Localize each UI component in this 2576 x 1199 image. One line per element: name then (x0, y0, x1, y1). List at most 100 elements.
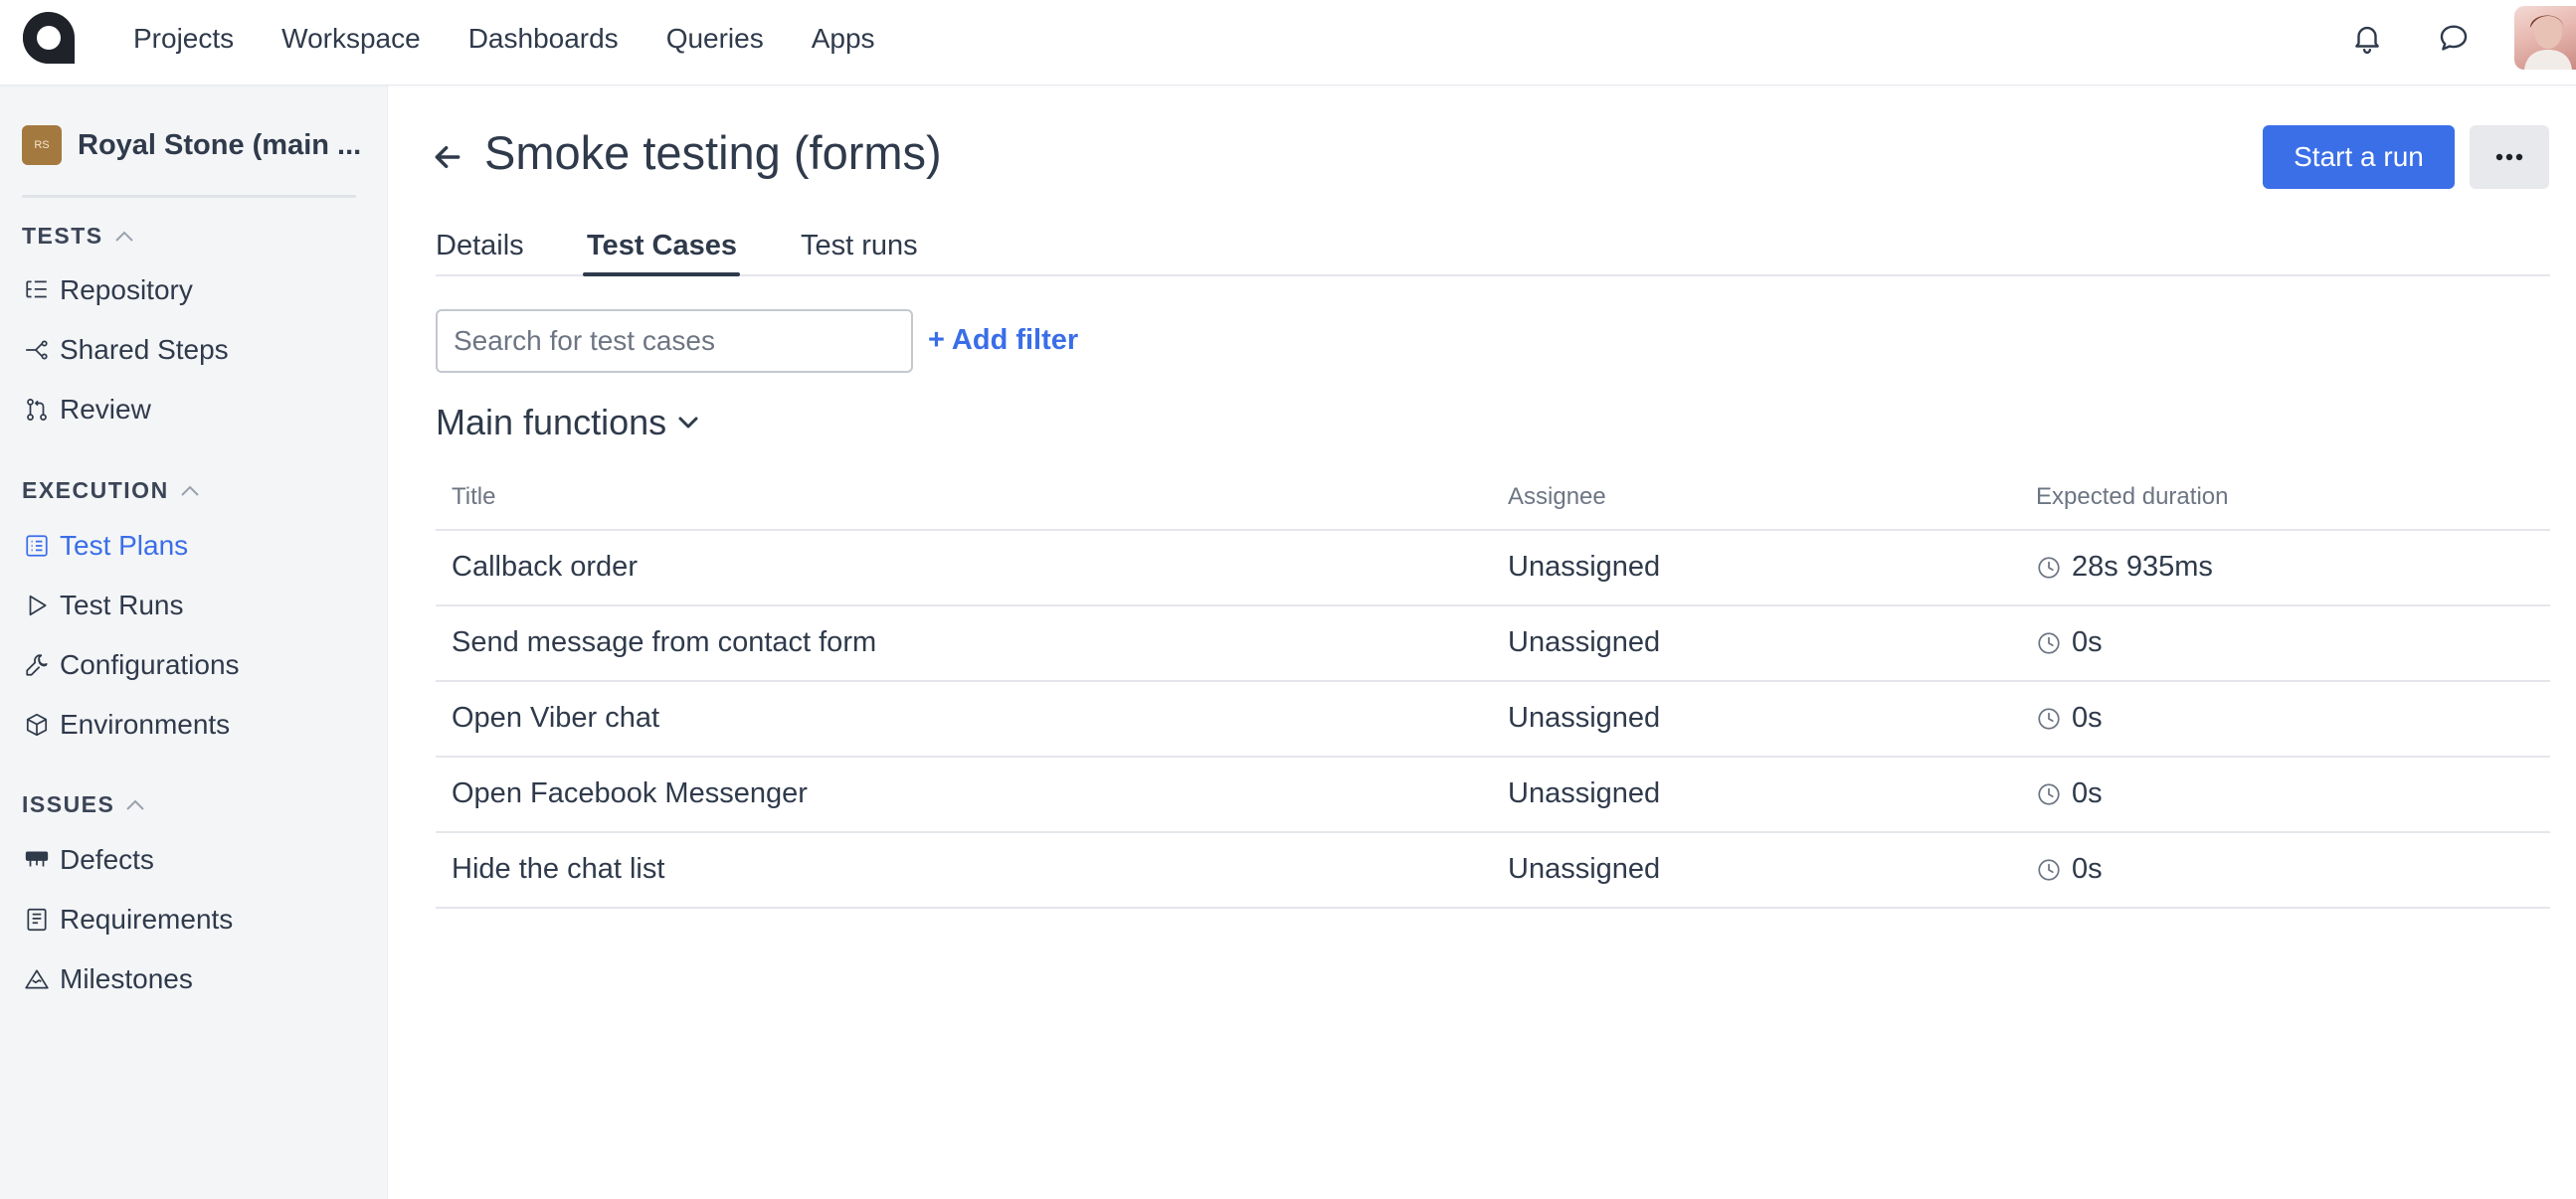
nav-projects[interactable]: Projects (109, 23, 258, 55)
more-options-button[interactable] (2470, 125, 2549, 189)
section-execution-header[interactable]: EXECUTION (22, 477, 201, 504)
sidebar-item-label: Shared Steps (60, 334, 229, 365)
clock-icon (2038, 782, 2060, 805)
row-duration: 28s 935ms (2036, 551, 2213, 584)
group-header[interactable]: Main functions (436, 402, 700, 443)
project-badge: RS (22, 125, 62, 165)
top-bar: Projects Workspace Dashboards Queries Ap… (0, 0, 2576, 86)
active-tab-indicator (583, 272, 740, 276)
tab-details[interactable]: Details (436, 230, 524, 262)
row-duration: 0s (2036, 853, 2103, 886)
sidebar-item-milestones[interactable]: Milestones (22, 959, 193, 999)
sidebar-item-label: Test Plans (60, 530, 189, 561)
row-duration: 0s (2036, 626, 2103, 659)
group-title: Main functions (436, 402, 667, 442)
sidebar-item-repository[interactable]: Repository (22, 270, 193, 310)
review-icon (22, 395, 52, 425)
row-title[interactable]: Callback order (452, 551, 638, 584)
nav-workspace[interactable]: Workspace (258, 23, 445, 55)
nav-apps[interactable]: Apps (788, 23, 899, 55)
row-title[interactable]: Send message from contact form (452, 626, 876, 659)
row-title[interactable]: Open Viber chat (452, 702, 659, 735)
tab-test-cases[interactable]: Test Cases (587, 230, 737, 262)
duration-value: 0s (2072, 853, 2103, 885)
section-issues-header[interactable]: ISSUES (22, 791, 146, 818)
chevron-up-icon (180, 485, 199, 496)
back-arrow-icon[interactable] (432, 141, 463, 173)
sidebar-item-test-plans[interactable]: Test Plans (22, 526, 188, 566)
table-row[interactable]: Open Facebook Messenger Unassigned 0s (436, 758, 2550, 833)
top-nav: Projects Workspace Dashboards Queries Ap… (109, 0, 899, 78)
sidebar-item-configurations[interactable]: Configurations (22, 645, 240, 685)
add-filter-button[interactable]: + Add filter (928, 324, 1078, 357)
sidebar-item-label: Review (60, 394, 151, 425)
nav-queries[interactable]: Queries (643, 23, 788, 55)
sidebar-item-test-runs[interactable]: Test Runs (22, 586, 184, 625)
user-avatar[interactable] (2514, 6, 2576, 70)
tabs-divider (436, 274, 2550, 276)
sidebar-item-environments[interactable]: Environments (22, 705, 230, 745)
sidebar-item-label: Defects (60, 844, 154, 875)
test-plans-icon (22, 531, 52, 561)
row-duration: 0s (2036, 702, 2103, 735)
chat-icon[interactable] (2433, 17, 2475, 59)
sidebar-item-shared-steps[interactable]: Shared Steps (22, 330, 229, 370)
clock-icon (2038, 556, 2060, 579)
sidebar: RS Royal Stone (main ... TESTS Repositor… (0, 86, 388, 1199)
sidebar-item-label: Configurations (60, 649, 240, 680)
sidebar-item-review[interactable]: Review (22, 390, 151, 429)
chevron-up-icon (114, 231, 133, 242)
row-assignee[interactable]: Unassigned (1508, 702, 1660, 735)
wrench-icon (22, 650, 52, 680)
duration-value: 28s 935ms (2072, 551, 2213, 583)
column-title[interactable]: Title (452, 483, 495, 511)
shared-steps-icon (22, 335, 52, 365)
document-icon (22, 905, 52, 935)
clock-icon (2038, 858, 2060, 881)
sidebar-item-label: Repository (60, 274, 193, 305)
row-assignee[interactable]: Unassigned (1508, 853, 1660, 886)
duration-value: 0s (2072, 626, 2103, 658)
row-assignee[interactable]: Unassigned (1508, 626, 1660, 659)
page-title: Smoke testing (forms) (484, 126, 942, 179)
clock-icon (2038, 631, 2060, 654)
chevron-down-icon (678, 417, 698, 428)
section-issues-title: ISSUES (22, 791, 115, 817)
clock-icon (2038, 707, 2060, 730)
row-title[interactable]: Hide the chat list (452, 853, 664, 886)
row-assignee[interactable]: Unassigned (1508, 551, 1660, 584)
table-header: Title Assignee Expected duration (436, 463, 2550, 531)
play-icon (22, 591, 52, 620)
section-execution-title: EXECUTION (22, 477, 169, 503)
row-title[interactable]: Open Facebook Messenger (452, 777, 808, 810)
defects-icon (22, 845, 52, 875)
project-switcher[interactable]: RS Royal Stone (main ... (22, 125, 376, 165)
chevron-up-icon (126, 799, 145, 810)
table-row[interactable]: Open Viber chat Unassigned 0s (436, 682, 2550, 758)
mountain-icon (22, 964, 52, 994)
nav-dashboards[interactable]: Dashboards (445, 23, 643, 55)
duration-value: 0s (2072, 702, 2103, 734)
table-row[interactable]: Send message from contact form Unassigne… (436, 606, 2550, 682)
repository-icon (22, 275, 52, 305)
sidebar-item-label: Environments (60, 709, 231, 740)
duration-value: 0s (2072, 777, 2103, 809)
start-run-button[interactable]: Start a run (2263, 125, 2455, 189)
project-name: Royal Stone (main ... (78, 128, 362, 161)
app-logo-icon[interactable] (21, 10, 77, 66)
column-expected-duration[interactable]: Expected duration (2036, 483, 2228, 511)
sidebar-item-defects[interactable]: Defects (22, 840, 154, 880)
bell-icon[interactable] (2346, 17, 2388, 59)
sidebar-item-requirements[interactable]: Requirements (22, 900, 233, 940)
cube-icon (22, 710, 52, 740)
main-content: Smoke testing (forms) Start a run Detail… (388, 86, 2576, 1199)
column-assignee[interactable]: Assignee (1508, 483, 1606, 511)
search-input[interactable] (436, 309, 913, 373)
section-tests-header[interactable]: TESTS (22, 223, 135, 250)
table-row[interactable]: Hide the chat list Unassigned 0s (436, 833, 2550, 909)
tab-test-runs[interactable]: Test runs (801, 230, 918, 262)
row-duration: 0s (2036, 777, 2103, 810)
table-row[interactable]: Callback order Unassigned 28s 935ms (436, 531, 2550, 606)
sidebar-item-label: Milestones (60, 963, 193, 994)
row-assignee[interactable]: Unassigned (1508, 777, 1660, 810)
